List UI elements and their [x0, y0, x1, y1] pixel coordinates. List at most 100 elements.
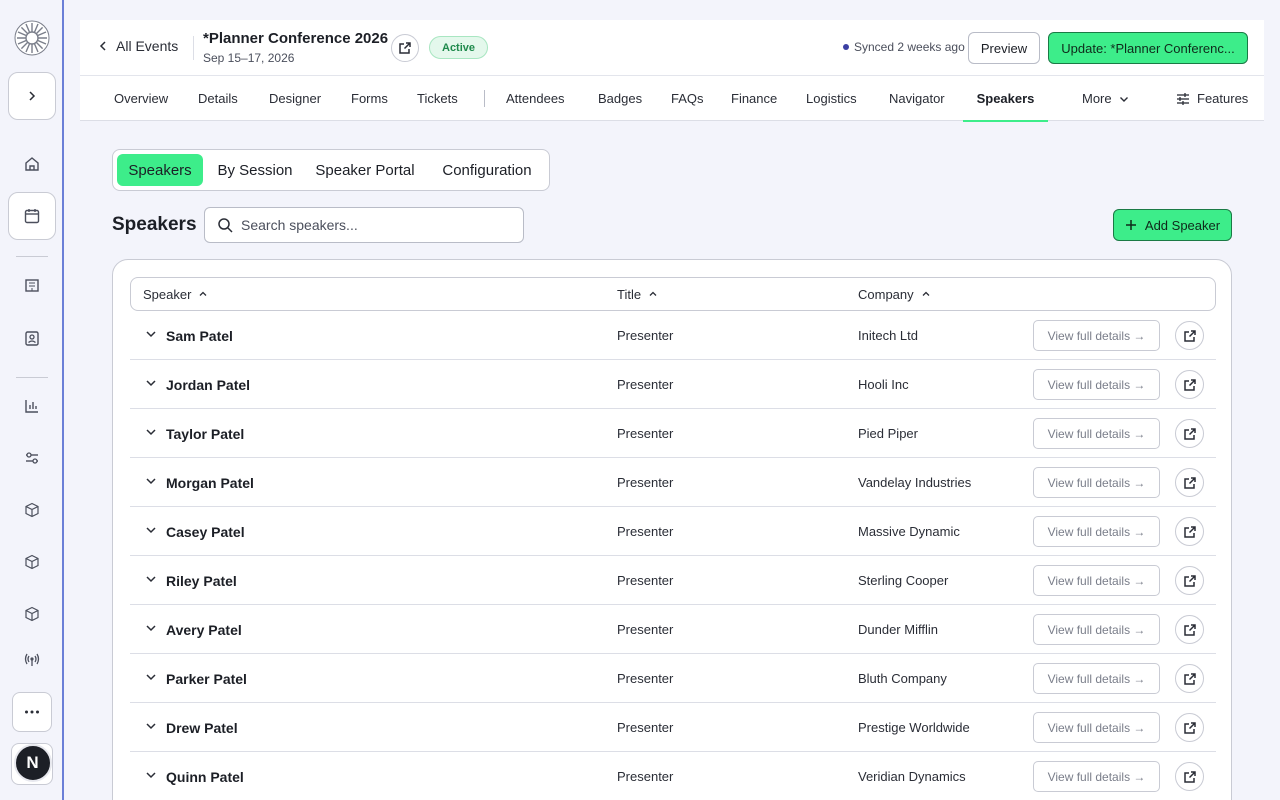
tab-details[interactable]: Details: [198, 76, 238, 121]
chevron-down-icon[interactable]: [144, 523, 158, 537]
sliders-icon[interactable]: [22, 448, 42, 468]
open-speaker-button[interactable]: [1175, 370, 1204, 399]
table-row[interactable]: Quinn Patel Presenter Veridian Dynamics Vie…: [130, 752, 1216, 800]
open-speaker-button[interactable]: [1175, 762, 1204, 791]
tab-overview[interactable]: Overview: [114, 76, 168, 121]
table-row[interactable]: Drew Patel Presenter Prestige Worldwide Vie…: [130, 703, 1216, 752]
open-speaker-button[interactable]: [1175, 468, 1204, 497]
chevron-down-icon[interactable]: [144, 327, 158, 341]
column-header-title[interactable]: Title: [617, 278, 658, 310]
preview-button[interactable]: Preview: [968, 32, 1040, 64]
search-input[interactable]: [241, 208, 511, 242]
cube-icon[interactable]: [22, 552, 42, 572]
cube-icon[interactable]: [22, 604, 42, 624]
events-nav-button[interactable]: [8, 192, 56, 240]
table-row[interactable]: Casey Patel Presenter Massive Dynamic View …: [130, 507, 1216, 556]
open-speaker-button[interactable]: [1175, 566, 1204, 595]
speaker-title: Presenter: [617, 622, 674, 637]
tab-designer[interactable]: Designer: [269, 76, 321, 121]
subtab-configuration[interactable]: Configuration: [431, 154, 543, 186]
view-details-button[interactable]: View full details →: [1033, 516, 1160, 547]
chevron-down-icon[interactable]: [144, 572, 158, 586]
external-link-icon: [1183, 721, 1196, 734]
sort-up-icon: [922, 291, 930, 296]
chevron-down-icon[interactable]: [144, 719, 158, 733]
tab-finance[interactable]: Finance: [731, 76, 777, 121]
subtab-speaker-portal[interactable]: Speaker Portal: [309, 154, 421, 186]
view-details-button[interactable]: View full details →: [1033, 761, 1160, 792]
speaker-title: Presenter: [617, 573, 674, 588]
speaker-company: Prestige Worldwide: [858, 720, 970, 735]
view-details-button[interactable]: View full details →: [1033, 712, 1160, 743]
view-details-button[interactable]: View full details →: [1033, 663, 1160, 694]
view-details-button[interactable]: View full details →: [1033, 418, 1160, 449]
speaker-title: Presenter: [617, 524, 674, 539]
chevron-down-icon[interactable]: [144, 474, 158, 488]
tab-logistics[interactable]: Logistics: [806, 76, 857, 121]
tab-attendees[interactable]: Attendees: [506, 76, 565, 121]
open-event-button[interactable]: [391, 34, 419, 62]
search-box[interactable]: [204, 207, 524, 243]
features-label: Features: [1197, 91, 1249, 106]
speaker-name: Drew Patel: [166, 719, 238, 736]
all-events-link[interactable]: All Events: [98, 38, 178, 54]
chevron-down-icon[interactable]: [144, 621, 158, 635]
view-details-button[interactable]: View full details →: [1033, 565, 1160, 596]
add-speaker-button[interactable]: Add Speaker: [1113, 209, 1232, 241]
view-details-button[interactable]: View full details →: [1033, 320, 1160, 351]
features-button[interactable]: Features: [1175, 76, 1248, 121]
tab-badges[interactable]: Badges: [598, 76, 642, 121]
speaker-name: Avery Patel: [166, 621, 242, 638]
home-icon[interactable]: [22, 154, 42, 174]
subtab-speakers[interactable]: Speakers: [117, 154, 203, 186]
external-link-icon: [1183, 672, 1196, 685]
view-details-button[interactable]: View full details →: [1033, 369, 1160, 400]
column-header-company[interactable]: Company: [858, 278, 931, 310]
table-row[interactable]: Taylor Patel Presenter Pied Piper View full…: [130, 409, 1216, 458]
tab-tickets[interactable]: Tickets: [417, 76, 458, 121]
table-row[interactable]: Sam Patel Presenter Initech Ltd View full d…: [130, 311, 1216, 360]
table-row[interactable]: Avery Patel Presenter Dunder Mifflin View f…: [130, 605, 1216, 654]
cube-icon[interactable]: [22, 500, 42, 520]
open-speaker-button[interactable]: [1175, 664, 1204, 693]
chevron-down-icon[interactable]: [144, 670, 158, 684]
speaker-title: Presenter: [617, 769, 674, 784]
broadcast-icon[interactable]: [22, 650, 42, 670]
avatar[interactable]: N: [8, 743, 57, 783]
tab-forms[interactable]: Forms: [351, 76, 388, 121]
view-details-button[interactable]: View full details →: [1033, 614, 1160, 645]
tab-speakers[interactable]: Speakers: [963, 76, 1048, 122]
external-link-icon: [1183, 329, 1196, 342]
chevron-down-icon[interactable]: [144, 425, 158, 439]
tab-faqs[interactable]: FAQs: [671, 76, 704, 121]
open-speaker-button[interactable]: [1175, 713, 1204, 742]
table-row[interactable]: Parker Patel Presenter Bluth Company View f…: [130, 654, 1216, 703]
tab-navigator[interactable]: Navigator: [889, 76, 945, 121]
chevron-down-icon[interactable]: [144, 768, 158, 782]
building-icon[interactable]: [22, 275, 42, 295]
more-options-button[interactable]: [12, 692, 52, 732]
tab-more-label: More: [1082, 91, 1112, 106]
external-link-icon: [1183, 427, 1196, 440]
contact-card-icon[interactable]: [22, 328, 42, 348]
open-speaker-button[interactable]: [1175, 517, 1204, 546]
open-speaker-button[interactable]: [1175, 419, 1204, 448]
table-row[interactable]: Morgan Patel Presenter Vandelay Industries…: [130, 458, 1216, 507]
view-details-button[interactable]: View full details →: [1033, 467, 1160, 498]
open-speaker-button[interactable]: [1175, 321, 1204, 350]
chevron-down-icon[interactable]: [144, 376, 158, 390]
update-button[interactable]: Update: *Planner Conferenc...: [1048, 32, 1248, 64]
expand-sidebar-button[interactable]: [8, 72, 56, 120]
table-row[interactable]: Riley Patel Presenter Sterling Cooper View …: [130, 556, 1216, 605]
table-row[interactable]: Jordan Patel Presenter Hooli Inc View full …: [130, 360, 1216, 409]
subtab-by-session[interactable]: By Session: [211, 154, 299, 186]
tab-more[interactable]: More: [1082, 76, 1130, 121]
sidebar-divider: [16, 377, 48, 378]
table-header: Speaker Title Company: [130, 277, 1216, 311]
external-link-icon: [399, 42, 411, 54]
bar-chart-icon[interactable]: [22, 396, 42, 416]
column-header-speaker[interactable]: Speaker: [143, 278, 208, 310]
header-top-bar: All Events *Planner Conference 2026 Sep …: [80, 20, 1264, 76]
open-speaker-button[interactable]: [1175, 615, 1204, 644]
speaker-company: Dunder Mifflin: [858, 622, 938, 637]
